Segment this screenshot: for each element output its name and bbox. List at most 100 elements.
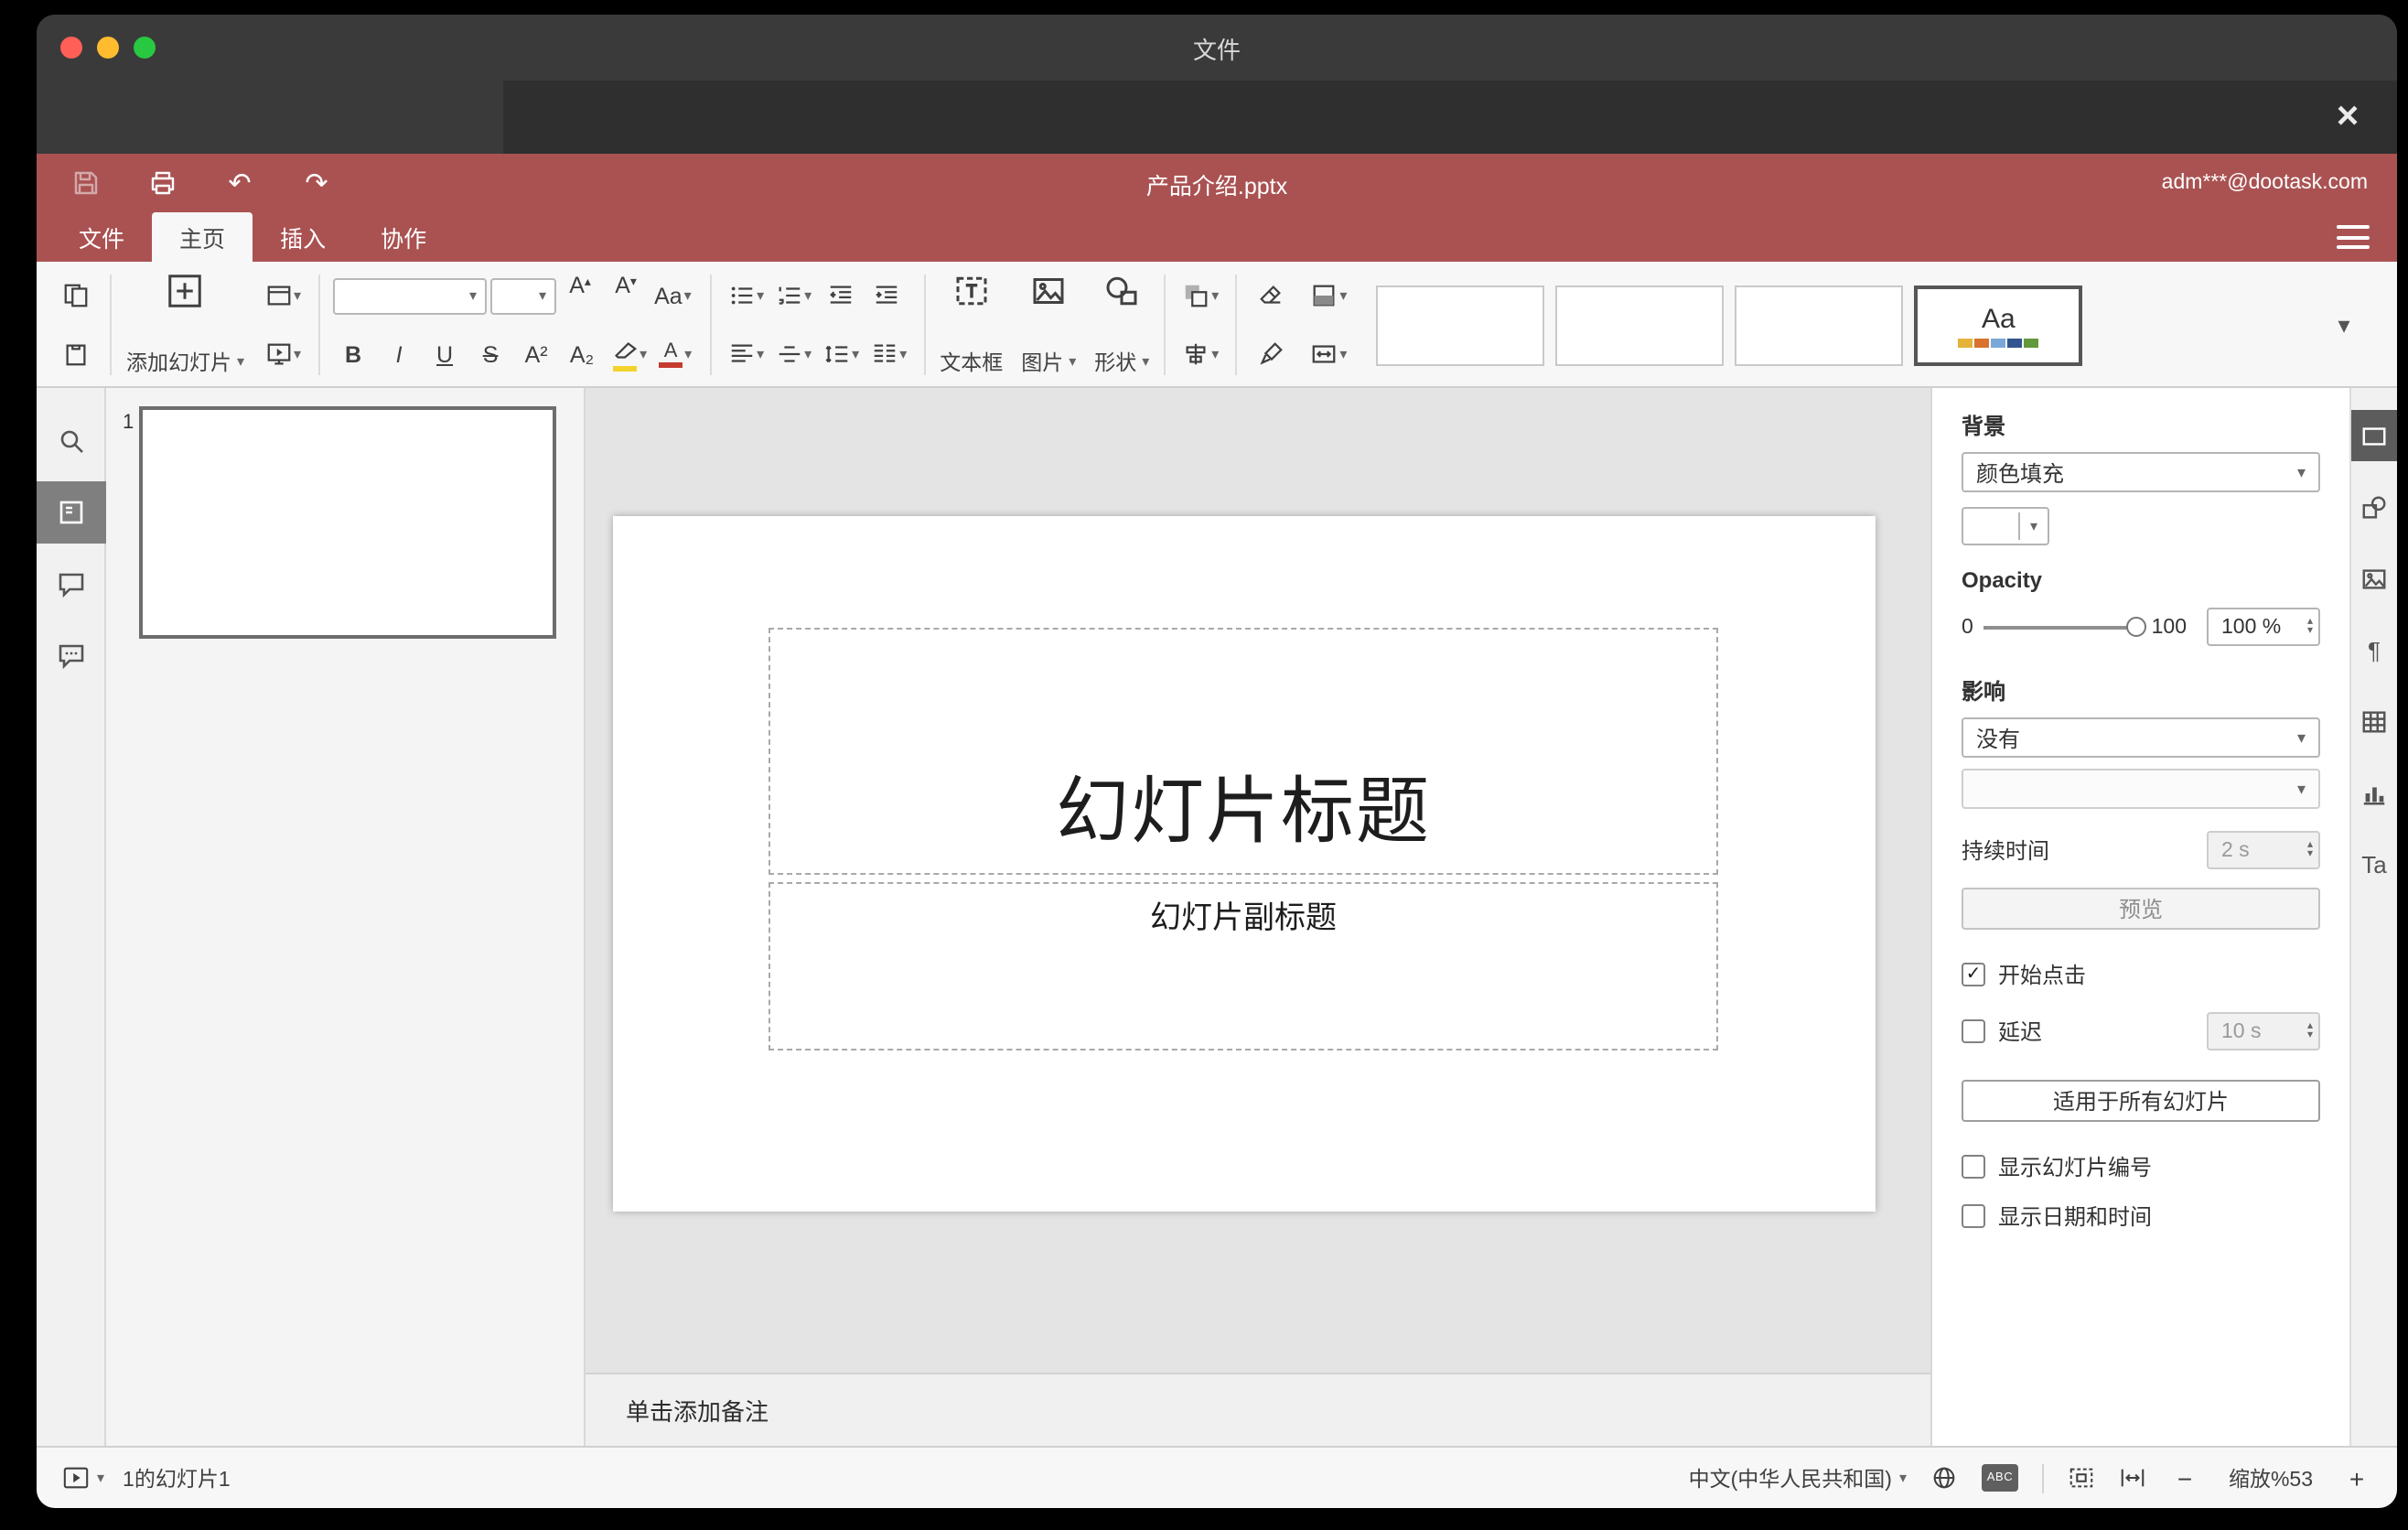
clear-style-button[interactable] xyxy=(1250,273,1292,318)
title-placeholder[interactable]: 幻灯片标题 xyxy=(769,628,1718,875)
feedback-panel-button[interactable] xyxy=(37,624,105,686)
decrease-indent-button[interactable] xyxy=(819,273,861,318)
horizontal-align-button[interactable]: ▾ xyxy=(724,331,768,377)
increase-indent-button[interactable] xyxy=(865,273,907,318)
notes-area[interactable]: 单击添加备注 xyxy=(586,1373,1930,1446)
chevron-down-icon: ▾ xyxy=(2296,727,2306,746)
editor-header-top: ↶ ↷ 产品介绍.pptx adm***@dootask.com xyxy=(37,154,2397,212)
numbering-button[interactable]: ▾ xyxy=(771,273,815,318)
insert-shape-button[interactable]: 形状 ▾ xyxy=(1085,269,1158,381)
italic-button[interactable]: I xyxy=(378,331,420,377)
theme-tile-4-selected[interactable]: Aa xyxy=(1914,285,2083,365)
tab-insert[interactable]: 插入 xyxy=(253,212,353,262)
fit-to-slide-button[interactable] xyxy=(2068,1464,2095,1492)
slide-canvas[interactable]: 幻灯片标题 幻灯片副标题 xyxy=(586,388,1930,1373)
chart-settings-button[interactable] xyxy=(2350,767,2397,818)
background-fill-select[interactable]: 颜色填充 ▾ xyxy=(1962,452,2320,492)
highlight-color-button[interactable]: ▾ xyxy=(607,331,650,377)
font-color-icon: A xyxy=(663,339,678,361)
menu-button[interactable] xyxy=(2337,225,2370,249)
increase-font-size-button[interactable]: A ▴ xyxy=(559,273,601,318)
slide-thumbnail-1[interactable] xyxy=(139,406,556,639)
strikethrough-button[interactable]: S xyxy=(469,331,511,377)
decrease-font-size-button[interactable]: A ▾ xyxy=(605,273,647,318)
increase-indent-icon xyxy=(875,286,897,304)
close-window-button[interactable] xyxy=(60,37,82,59)
delay-field: 10 s ▴ ▾ xyxy=(2207,1012,2320,1051)
slides-panel-button[interactable] xyxy=(37,481,105,544)
comments-panel-button[interactable] xyxy=(37,553,105,615)
image-settings-button[interactable] xyxy=(2350,553,2397,604)
opacity-slider-knob[interactable] xyxy=(2125,616,2146,636)
redo-button[interactable]: ↷ xyxy=(296,163,337,203)
insert-image-button[interactable]: 图片 ▾ xyxy=(1012,269,1085,381)
slide-surface[interactable]: 幻灯片标题 幻灯片副标题 xyxy=(613,516,1876,1212)
spellcheck-button[interactable]: ABC xyxy=(1982,1464,2018,1492)
columns-button[interactable]: ▾ xyxy=(866,331,910,377)
close-preview-button[interactable]: × xyxy=(2324,93,2371,141)
add-slide-button[interactable]: 添加幻灯片 ▾ xyxy=(117,269,253,381)
bold-button[interactable]: B xyxy=(332,331,374,377)
line-spacing-button[interactable]: ▾ xyxy=(819,331,863,377)
expand-gallery-button[interactable]: ▾ xyxy=(2320,310,2368,339)
font-name-select[interactable]: ▾ xyxy=(332,277,487,314)
underline-button[interactable]: U xyxy=(424,331,466,377)
zoom-in-button[interactable]: + xyxy=(2342,1463,2371,1492)
zoom-window-button[interactable] xyxy=(134,37,156,59)
start-on-click-label: 开始点击 xyxy=(1998,963,2087,988)
theme-tile-3[interactable] xyxy=(1735,285,1904,365)
superscript-button[interactable]: A² xyxy=(515,331,557,377)
paste-button[interactable] xyxy=(55,331,97,377)
start-slideshow-status-button[interactable]: ▾ xyxy=(62,1464,104,1492)
show-slide-number-checkbox[interactable] xyxy=(1962,1155,1985,1179)
subscript-button[interactable]: A₂ xyxy=(561,331,603,377)
paragraph-settings-button[interactable]: ¶ xyxy=(2350,624,2397,675)
start-slideshow-button[interactable]: ▾ xyxy=(261,331,305,377)
slide-layout-button[interactable]: ▾ xyxy=(261,273,305,318)
table-settings-button[interactable] xyxy=(2350,695,2397,747)
vertical-align-icon xyxy=(778,346,800,362)
apply-to-all-slides-button[interactable]: 适用于所有幻灯片 xyxy=(1962,1080,2320,1122)
delay-checkbox[interactable] xyxy=(1962,1019,1985,1043)
font-color-button[interactable]: A ▾ xyxy=(654,331,696,377)
tab-file[interactable]: 文件 xyxy=(51,212,152,262)
theme-tile-1[interactable] xyxy=(1376,285,1545,365)
show-date-time-checkbox[interactable] xyxy=(1962,1204,1985,1228)
spin-down-icon[interactable]: ▾ xyxy=(2307,625,2313,636)
subtitle-placeholder[interactable]: 幻灯片副标题 xyxy=(769,882,1718,1051)
transition-effect-select[interactable]: 没有 ▾ xyxy=(1962,717,2320,758)
tab-home[interactable]: 主页 xyxy=(152,212,253,262)
language-selector[interactable]: 中文(中华人民共和国) ▾ xyxy=(1689,1463,1907,1492)
vertical-align-button[interactable]: ▾ xyxy=(771,331,815,377)
theme-tile-2[interactable] xyxy=(1555,285,1725,365)
bullets-button[interactable]: ▾ xyxy=(724,273,768,318)
copy-style-button[interactable] xyxy=(1250,331,1292,377)
search-panel-button[interactable] xyxy=(37,410,105,472)
shape-settings-button[interactable] xyxy=(2350,481,2397,533)
save-button[interactable] xyxy=(66,163,106,203)
document-language-button[interactable] xyxy=(1930,1464,1958,1492)
minimize-window-button[interactable] xyxy=(97,37,119,59)
text-art-settings-button[interactable]: Ta xyxy=(2350,838,2397,889)
tab-collaboration[interactable]: 协作 xyxy=(353,212,454,262)
background-color-picker[interactable]: ▾ xyxy=(1962,507,2049,545)
zoom-out-button[interactable]: − xyxy=(2170,1463,2199,1492)
start-on-click-checkbox[interactable]: ✓ xyxy=(1962,963,1985,986)
slide-settings-button[interactable] xyxy=(2350,410,2397,461)
copy-button[interactable] xyxy=(55,273,97,318)
change-case-button[interactable]: Aa ▾ xyxy=(650,273,695,318)
language-label: 中文(中华人民共和国) xyxy=(1688,1469,1892,1491)
highlight-color-swatch xyxy=(612,366,637,372)
undo-button[interactable]: ↶ xyxy=(220,163,260,203)
shape-fill-button[interactable]: ▾ xyxy=(1306,273,1350,318)
arrange-shapes-button[interactable]: ▾ xyxy=(1178,273,1222,318)
insert-textbox-button[interactable]: 文本框 xyxy=(930,269,1012,381)
font-size-select[interactable]: ▾ xyxy=(489,277,556,314)
status-divider xyxy=(2042,1463,2044,1492)
align-shapes-button[interactable]: ▾ xyxy=(1178,331,1222,377)
opacity-value-field[interactable]: 100 % ▴ ▾ xyxy=(2207,608,2320,646)
slide-size-button[interactable]: ▾ xyxy=(1306,331,1350,377)
fit-to-width-button[interactable] xyxy=(2119,1464,2146,1492)
print-button[interactable] xyxy=(143,163,183,203)
opacity-slider-track[interactable] xyxy=(1983,616,2146,636)
